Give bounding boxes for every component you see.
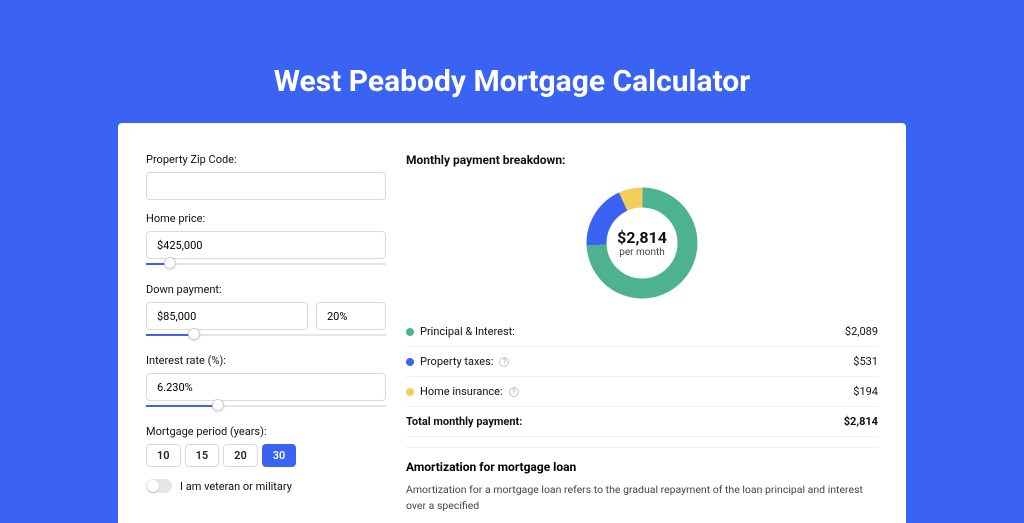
period-field: Mortgage period (years): 10 15 20 30 [146,425,386,467]
period-15[interactable]: 15 [185,444,220,467]
swatch-taxes [406,358,414,366]
row-label: Property taxes: [420,355,493,368]
form-panel: Property Zip Code: Home price: Down paym… [146,153,386,523]
row-insurance: Home insurance: ? $194 [406,377,878,407]
zip-label: Property Zip Code: [146,153,386,166]
amortization-text: Amortization for a mortgage loan refers … [406,482,878,514]
donut-center: $2,814 per month [582,183,702,303]
veteran-toggle[interactable] [146,479,172,493]
row-total: Total monthly payment: $2,814 [406,407,878,437]
row-value: $2,089 [845,325,878,338]
slider-thumb[interactable] [212,399,224,411]
zip-input[interactable] [146,172,386,200]
toggle-knob [147,480,159,492]
info-icon[interactable]: ? [509,387,519,397]
total-value: $2,814 [844,415,878,428]
interest-field: Interest rate (%): [146,354,386,413]
interest-label: Interest rate (%): [146,354,386,367]
home-price-field: Home price: [146,212,386,271]
zip-field: Property Zip Code: [146,153,386,200]
swatch-principal [406,328,414,336]
interest-slider[interactable] [146,399,386,413]
donut-center-per: per month [619,247,665,258]
breakdown-title: Monthly payment breakdown: [406,153,878,167]
home-price-label: Home price: [146,212,386,225]
down-payment-field: Down payment: [146,283,386,342]
amortization-section: Amortization for mortgage loan Amortizat… [406,447,878,514]
row-taxes: Property taxes: ? $531 [406,347,878,377]
period-buttons: 10 15 20 30 [146,444,386,467]
donut-center-amount: $2,814 [617,228,667,247]
down-payment-amount-input[interactable] [146,302,308,330]
home-price-slider[interactable] [146,257,386,271]
period-label: Mortgage period (years): [146,425,386,438]
page-title: West Peabody Mortgage Calculator [0,0,1024,123]
slider-thumb[interactable] [164,257,176,269]
calculator-card: Property Zip Code: Home price: Down paym… [118,123,906,523]
row-label: Principal & Interest: [420,325,515,338]
period-30[interactable]: 30 [262,444,297,467]
total-label: Total monthly payment: [406,415,522,428]
slider-thumb[interactable] [188,328,200,340]
period-10[interactable]: 10 [146,444,181,467]
row-value: $194 [853,385,878,398]
row-label: Home insurance: [420,385,503,398]
donut-chart-wrap: $2,814 per month [406,177,878,317]
veteran-label: I am veteran or military [180,480,292,493]
down-payment-pct-input[interactable] [316,302,386,330]
swatch-insurance [406,388,414,396]
interest-input[interactable] [146,373,386,401]
row-principal: Principal & Interest: $2,089 [406,317,878,347]
down-payment-slider[interactable] [146,328,386,342]
veteran-row: I am veteran or military [146,479,386,493]
home-price-input[interactable] [146,231,386,259]
amortization-title: Amortization for mortgage loan [406,460,878,474]
period-20[interactable]: 20 [223,444,258,467]
row-value: $531 [853,355,878,368]
breakdown-panel: Monthly payment breakdown: $2,814 per mo… [406,153,878,523]
donut-chart: $2,814 per month [582,183,702,303]
info-icon[interactable]: ? [499,357,509,367]
down-payment-label: Down payment: [146,283,386,296]
